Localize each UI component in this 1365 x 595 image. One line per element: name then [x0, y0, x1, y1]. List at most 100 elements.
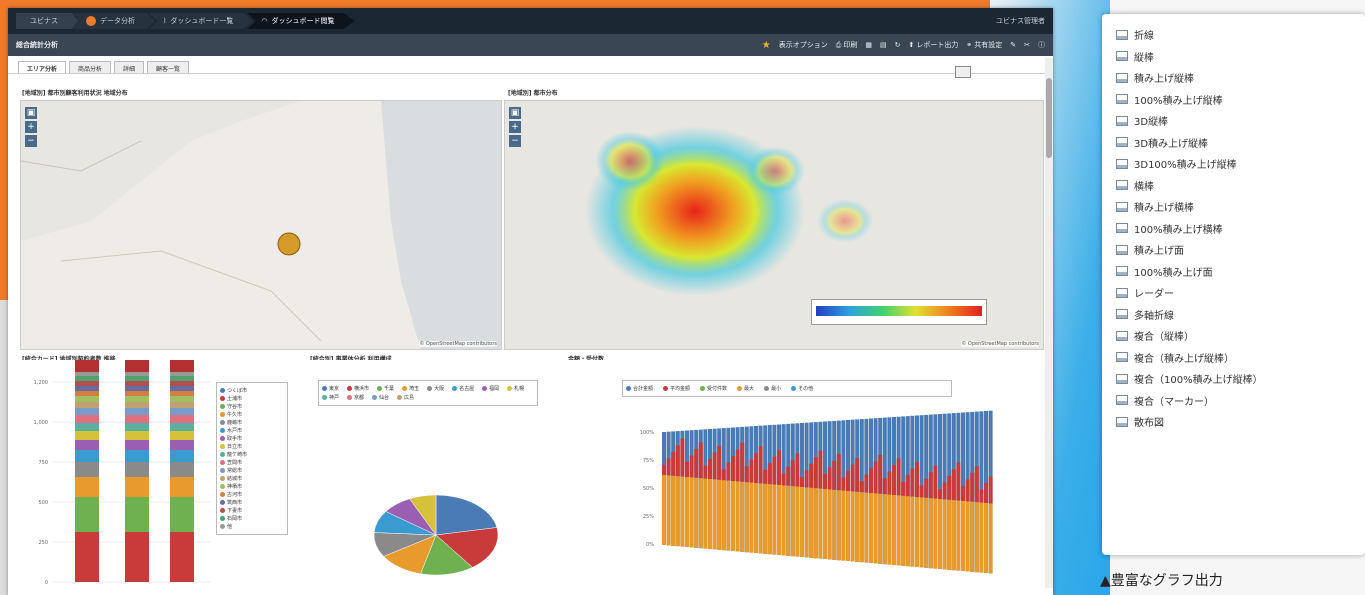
- pie-legend-item[interactable]: 名古屋: [452, 385, 474, 392]
- tab-product-analysis[interactable]: 商品分析: [69, 61, 112, 73]
- tab-customer-list[interactable]: 顧客一覧: [147, 61, 190, 73]
- pie-legend-item[interactable]: 東京: [322, 385, 339, 392]
- bar-legend-item[interactable]: 守谷市: [220, 403, 284, 410]
- bar-legend-item[interactable]: 常総市: [220, 467, 284, 474]
- area-legend-item[interactable]: 平均金額: [663, 385, 690, 392]
- marker-map[interactable]: ▣ + − © OpenStreetMap contributors: [20, 100, 502, 350]
- vertical-scrollbar[interactable]: [1045, 58, 1053, 588]
- display-option-button[interactable]: 表示オプション: [779, 40, 828, 50]
- area-legend-item[interactable]: 受付件数: [700, 385, 727, 392]
- pie-legend-item[interactable]: 広島: [397, 394, 414, 401]
- chart-type-item[interactable]: 複合（100%積み上げ縦棒）: [1116, 368, 1351, 390]
- bar-legend-item[interactable]: 石岡市: [220, 515, 284, 522]
- bar-legend-item[interactable]: 筑西市: [220, 499, 284, 506]
- bar-legend-item[interactable]: 水戸市: [220, 427, 284, 434]
- bar-legend-item[interactable]: 取手市: [220, 435, 284, 442]
- pie-legend-item[interactable]: 福岡: [482, 385, 499, 392]
- heatmap-map[interactable]: ▣ + − © OpenStreetMap contributors: [504, 100, 1044, 350]
- pie-legend-item[interactable]: 仙台: [372, 394, 389, 401]
- pie-legend-item[interactable]: 札幌: [507, 385, 524, 392]
- area-bar: [680, 438, 685, 477]
- report-output-button[interactable]: ⬆ レポート出力: [909, 40, 959, 50]
- area-legend-item[interactable]: 最大: [737, 385, 754, 392]
- bar-segment: [75, 462, 99, 477]
- tab-area-analysis[interactable]: エリア分析: [18, 61, 67, 73]
- chart-type-item[interactable]: 横棒: [1116, 175, 1351, 197]
- refresh-icon[interactable]: ↻: [895, 41, 901, 49]
- favorite-star-icon[interactable]: ★: [762, 40, 771, 51]
- bar-legend-item[interactable]: 日立市: [220, 443, 284, 450]
- pie-legend-item[interactable]: 横浜市: [347, 385, 369, 392]
- layers-icon[interactable]: ▣: [25, 107, 37, 119]
- bar-legend-item[interactable]: つくば市: [220, 387, 284, 394]
- chart-type-item[interactable]: 100%積み上げ横棒: [1116, 218, 1351, 240]
- bar-segment: [125, 408, 149, 415]
- grid-icon[interactable]: ▦: [865, 41, 872, 49]
- tab-detail[interactable]: 詳細: [114, 61, 145, 73]
- crumb-dashboard-view[interactable]: ◠ ダッシュボード閲覧: [247, 13, 355, 29]
- area-bar: [818, 488, 823, 559]
- bar-legend-item[interactable]: 牛久市: [220, 411, 284, 418]
- chart-type-item[interactable]: 積み上げ面: [1116, 239, 1351, 261]
- crumb-data-analysis[interactable]: データ分析: [72, 13, 155, 29]
- chart-type-item[interactable]: 複合（縦棒）: [1116, 325, 1351, 347]
- chart-type-item[interactable]: 複合（マーカー）: [1116, 390, 1351, 412]
- area-bar: [818, 450, 823, 489]
- area-bar: [731, 456, 735, 481]
- crumb-dashboard-list[interactable]: ⌇ ダッシュボード一覧: [149, 13, 254, 29]
- pie-legend-item[interactable]: 大阪: [427, 385, 444, 392]
- bar-legend-item[interactable]: 龍ケ崎市: [220, 451, 284, 458]
- table-icon[interactable]: ▤: [880, 41, 887, 49]
- tools-icon[interactable]: ✂: [1024, 41, 1030, 49]
- area-legend-item[interactable]: 最小: [764, 385, 781, 392]
- export-button[interactable]: [955, 66, 971, 78]
- chart-type-item[interactable]: 3D100%積み上げ縦棒: [1116, 153, 1351, 175]
- chart-type-item[interactable]: 3D縦棒: [1116, 110, 1351, 132]
- bar-legend-item[interactable]: 他: [220, 523, 284, 530]
- legend-label: 土浦市: [227, 396, 243, 402]
- area-legend-item[interactable]: 合計金額: [626, 385, 653, 392]
- chart-type-item[interactable]: 積み上げ縦棒: [1116, 67, 1351, 89]
- cluster-marker[interactable]: [277, 232, 301, 256]
- chart-type-item[interactable]: 3D積み上げ縦棒: [1116, 132, 1351, 154]
- bar-legend-item[interactable]: 笠間市: [220, 459, 284, 466]
- chart-type-item[interactable]: 100%積み上げ縦棒: [1116, 89, 1351, 111]
- print-button[interactable]: ⎙ 印刷: [836, 40, 858, 50]
- zoom-out-icon[interactable]: −: [25, 135, 37, 147]
- chart-type-item[interactable]: 多軸折線: [1116, 304, 1351, 326]
- bar-legend-item[interactable]: 神栖市: [220, 483, 284, 490]
- layers-icon[interactable]: ▣: [509, 107, 521, 119]
- info-icon[interactable]: ⓘ: [1038, 40, 1045, 50]
- crumb-home[interactable]: ユビナス: [16, 13, 78, 29]
- area-legend-item[interactable]: その他: [791, 385, 813, 392]
- bar-legend-item[interactable]: 鹿嶋市: [220, 419, 284, 426]
- chart-type-item[interactable]: 折線: [1116, 24, 1351, 46]
- bar-segment: [75, 431, 99, 440]
- bar-legend-item[interactable]: 結城市: [220, 475, 284, 482]
- pie-legend-item[interactable]: 埼玉: [402, 385, 419, 392]
- area-bar: [919, 485, 924, 498]
- chart-type-item[interactable]: 縦棒: [1116, 46, 1351, 68]
- chart-type-item[interactable]: 100%積み上げ面: [1116, 261, 1351, 283]
- scrollbar-thumb[interactable]: [1046, 78, 1052, 158]
- chart-type-item[interactable]: レーダー: [1116, 282, 1351, 304]
- pie-legend-item[interactable]: 京都: [347, 394, 364, 401]
- bar-legend-item[interactable]: 土浦市: [220, 395, 284, 402]
- user-menu[interactable]: ユビナス管理者: [996, 16, 1045, 26]
- legend-label: その他: [798, 386, 814, 392]
- share-button[interactable]: ⚭ 共有設定: [966, 40, 1002, 50]
- chart-type-item[interactable]: 散布図: [1116, 411, 1351, 433]
- chart-type-item[interactable]: 複合（積み上げ縦棒）: [1116, 347, 1351, 369]
- area-bar: [823, 489, 827, 559]
- zoom-in-icon[interactable]: +: [509, 121, 521, 133]
- pie-legend-item[interactable]: 千葉: [377, 385, 394, 392]
- zoom-in-icon[interactable]: +: [25, 121, 37, 133]
- bar-segment: [125, 462, 149, 477]
- zoom-out-icon[interactable]: −: [509, 135, 521, 147]
- edit-icon[interactable]: ✎: [1010, 41, 1016, 49]
- bar-legend-item[interactable]: 下妻市: [220, 507, 284, 514]
- chart-type-item[interactable]: 積み上げ横棒: [1116, 196, 1351, 218]
- area-bar: [841, 490, 846, 561]
- bar-legend-item[interactable]: 古河市: [220, 491, 284, 498]
- pie-legend-item[interactable]: 神戸: [322, 394, 339, 401]
